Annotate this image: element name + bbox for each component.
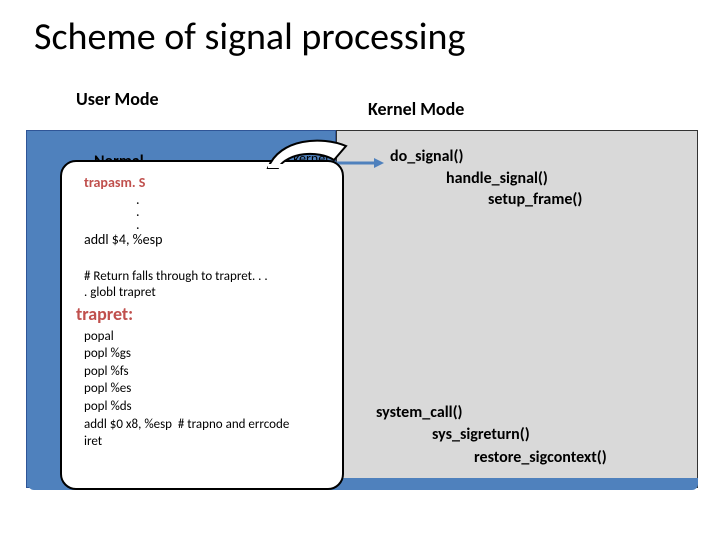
asm-l4: popl %es xyxy=(84,380,328,398)
kernel-mode-label: Kernel Mode xyxy=(368,98,464,120)
asm-l2: popl %gs xyxy=(84,345,328,363)
sys-sigreturn: sys_sigreturn() xyxy=(432,424,607,446)
slide: Scheme of signal processing User Mode Ke… xyxy=(0,0,720,540)
setup-frame: setup_frame() xyxy=(488,189,582,211)
handle-signal: handle_signal() xyxy=(446,168,582,190)
dot-3: . xyxy=(136,219,328,232)
restore-sigcontext: restore_sigcontext() xyxy=(474,447,607,469)
callout-box: trapasm. S . . . addl $4, %esp # Return … xyxy=(60,160,344,490)
asm-l3: popl %fs xyxy=(84,363,328,381)
dot-2: . xyxy=(136,206,328,219)
asm-l6: addl $0 x8, %esp # trapno and errcode xyxy=(84,416,328,434)
do-signal: do_signal() xyxy=(390,146,582,168)
trapasm-heading: trapasm. S xyxy=(84,174,328,192)
asm-l7: iret xyxy=(84,433,328,451)
comment-line: # Return falls through to trapret. . . xyxy=(84,269,328,285)
system-call: system_call() xyxy=(376,402,607,424)
user-mode-label: User Mode xyxy=(76,88,159,110)
slide-title: Scheme of signal processing xyxy=(34,14,465,60)
trapret-heading: trapret: xyxy=(76,303,328,326)
asm-l1: popal xyxy=(84,328,328,346)
callout-tail xyxy=(260,132,350,170)
asm-block: popal popl %gs popl %fs popl %es popl %d… xyxy=(84,328,328,451)
callout-body: trapasm. S . . . addl $4, %esp # Return … xyxy=(62,162,342,488)
addl-line: addl $4, %esp xyxy=(84,231,328,249)
dot-1: . xyxy=(136,194,328,207)
globl-line: . globl trapret xyxy=(84,285,328,301)
kernel-top-calls: do_signal() handle_signal() setup_frame(… xyxy=(390,146,582,211)
asm-l5: popl %ds xyxy=(84,398,328,416)
spacer xyxy=(84,249,328,261)
kernel-bottom-calls: system_call() sys_sigreturn() restore_si… xyxy=(376,402,607,469)
